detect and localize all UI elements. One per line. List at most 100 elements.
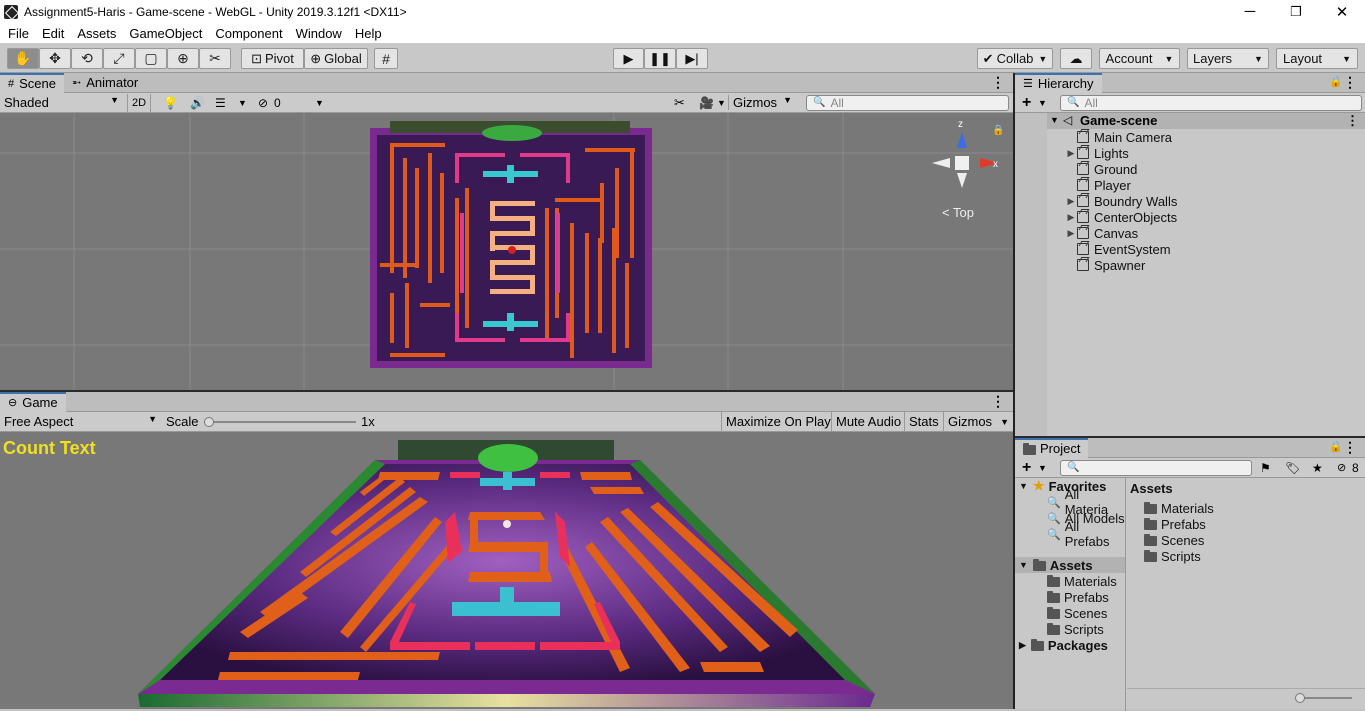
chevron-down-icon[interactable]: ▼: [1038, 98, 1047, 108]
global-toggle[interactable]: ⊕ Global: [304, 48, 368, 69]
hand-tool-button[interactable]: ✋: [7, 48, 39, 69]
chevron-down-icon[interactable]: ▼: [1038, 463, 1047, 473]
lock-icon[interactable]: 🔒: [1329, 75, 1343, 88]
favorite-all-prefabs[interactable]: 🔍 All Prefabs: [1047, 519, 1125, 549]
content-folder-materials[interactable]: Materials: [1144, 500, 1214, 516]
add-icon[interactable]: +: [1022, 94, 1031, 112]
rect-tool-button[interactable]: ▢: [135, 48, 167, 69]
hierarchy-item-boundry-walls[interactable]: ▶ Boundry Walls: [1065, 193, 1365, 209]
scale-slider-handle[interactable]: [204, 417, 214, 427]
shading-dropdown[interactable]: Shaded ▼: [4, 95, 119, 110]
menu-file[interactable]: File: [0, 26, 35, 41]
kebab-menu-icon[interactable]: ⋮: [991, 75, 1005, 89]
tree-folder-scenes[interactable]: Scenes: [1047, 605, 1107, 621]
hierarchy-scene-row[interactable]: ▼ ◁ Game-scene ⋮: [1047, 113, 1365, 129]
content-folder-prefabs[interactable]: Prefabs: [1144, 516, 1206, 532]
audio-toggle-icon[interactable]: 🔊: [190, 96, 205, 110]
hierarchy-item-centerobjects[interactable]: ▶ CenterObjects: [1065, 209, 1365, 225]
add-icon[interactable]: +: [1022, 459, 1031, 477]
search-by-label-icon[interactable]: 🏷: [1285, 461, 1300, 475]
expand-arrow-icon[interactable]: ▶: [1065, 196, 1077, 207]
tab-project[interactable]: Project: [1015, 437, 1089, 458]
game-gizmos-toggle[interactable]: Gizmos ▼: [943, 411, 1013, 432]
game-viewport[interactable]: [0, 432, 1013, 709]
restore-button[interactable]: ❐: [1273, 0, 1319, 23]
step-button[interactable]: ▶|: [676, 48, 708, 69]
hierarchy-item-ground[interactable]: Ground: [1065, 161, 1365, 177]
snap-button[interactable]: #: [374, 48, 398, 69]
kebab-menu-icon[interactable]: ⋮: [1346, 113, 1359, 129]
orientation-gizmo[interactable]: [932, 132, 999, 188]
horizontal-splitter[interactable]: [0, 390, 1013, 392]
account-dropdown[interactable]: Account ▼: [1099, 48, 1180, 69]
menu-edit[interactable]: Edit: [35, 26, 70, 41]
search-by-type-icon[interactable]: ⚑: [1260, 461, 1271, 475]
layout-dropdown[interactable]: Layout ▼: [1276, 48, 1358, 69]
menu-help[interactable]: Help: [348, 26, 388, 41]
kebab-menu-icon[interactable]: ⋮: [1343, 440, 1357, 454]
lock-icon[interactable]: 🔒: [1329, 440, 1343, 453]
minimize-button[interactable]: ─: [1227, 0, 1273, 23]
custom-tool-button[interactable]: ✂: [199, 48, 231, 69]
content-folder-scripts[interactable]: Scripts: [1144, 548, 1201, 564]
cloud-button[interactable]: ☁: [1060, 48, 1092, 69]
lock-icon[interactable]: 🔒: [992, 124, 1004, 136]
maximize-on-play-toggle[interactable]: Maximize On Play: [721, 411, 835, 432]
favorite-star-icon[interactable]: ★: [1312, 461, 1323, 475]
scene-search-input[interactable]: 🔍 All: [806, 94, 1009, 111]
hierarchy-item-canvas[interactable]: ▶ Canvas: [1065, 225, 1365, 241]
tab-animator[interactable]: ➵ Animator: [64, 73, 146, 93]
tools-icon[interactable]: ✂: [674, 95, 685, 111]
chevron-down-icon[interactable]: ▼: [238, 98, 247, 108]
pause-button[interactable]: ❚❚: [644, 48, 676, 69]
hidden-packages-icon[interactable]: ⊘: [1337, 461, 1346, 474]
lighting-toggle-icon[interactable]: 💡: [163, 96, 178, 110]
hierarchy-search-input[interactable]: 🔍 All: [1060, 94, 1362, 111]
icon-size-slider[interactable]: [1297, 697, 1352, 699]
tree-folder-scripts[interactable]: Scripts: [1047, 621, 1104, 637]
hierarchy-item-main-camera[interactable]: Main Camera: [1065, 129, 1365, 145]
menu-component[interactable]: Component: [208, 26, 288, 41]
layers-dropdown[interactable]: Layers ▼: [1187, 48, 1269, 69]
tree-folder-materials[interactable]: Materials: [1047, 573, 1117, 589]
chevron-down-icon[interactable]: ▼: [315, 98, 324, 108]
camera-icon[interactable]: 🎥: [699, 96, 714, 110]
menu-gameobject[interactable]: GameObject: [122, 26, 208, 41]
scene-viewport[interactable]: z x 🔒 < Top: [0, 113, 1013, 391]
expand-arrow-icon[interactable]: ▶: [1065, 212, 1077, 223]
expand-arrow-icon[interactable]: ▶: [1065, 148, 1077, 159]
tree-folder-prefabs[interactable]: Prefabs: [1047, 589, 1109, 605]
tab-game[interactable]: ⊖ Game: [0, 391, 66, 412]
close-button[interactable]: ✕: [1319, 0, 1365, 23]
kebab-menu-icon[interactable]: ⋮: [991, 394, 1005, 408]
tab-scene[interactable]: # Scene: [0, 72, 64, 93]
play-button[interactable]: ▶: [613, 48, 644, 69]
content-folder-scenes[interactable]: Scenes: [1144, 532, 1204, 548]
menu-window[interactable]: Window: [289, 26, 348, 41]
hierarchy-item-lights[interactable]: ▶ Lights: [1065, 145, 1365, 161]
scale-tool-button[interactable]: ⤢: [103, 48, 135, 69]
hidden-objects-icon[interactable]: ⊘: [258, 96, 268, 110]
assets-root-row[interactable]: ▼ Assets: [1015, 557, 1125, 573]
stats-toggle[interactable]: Stats: [904, 411, 943, 432]
rotate-tool-button[interactable]: ⟲: [71, 48, 103, 69]
transform-tool-button[interactable]: ⊕: [167, 48, 199, 69]
hierarchy-item-player[interactable]: Player: [1065, 177, 1365, 193]
collab-dropdown[interactable]: ✔ Collab ▼: [977, 48, 1053, 69]
favorite-all-materials[interactable]: 🔍 All Materia: [1047, 487, 1125, 517]
project-search-input[interactable]: 🔍: [1060, 459, 1252, 476]
gizmo-view-label[interactable]: < Top: [942, 205, 974, 220]
move-tool-button[interactable]: ✥: [39, 48, 71, 69]
scale-slider[interactable]: [206, 421, 356, 423]
hierarchy-item-spawner[interactable]: Spawner: [1065, 257, 1365, 273]
effects-toggle-icon[interactable]: ☰: [215, 96, 226, 110]
menu-assets[interactable]: Assets: [70, 26, 122, 41]
chevron-down-icon[interactable]: ▼: [717, 98, 726, 108]
gizmos-dropdown[interactable]: Gizmos ▼: [728, 95, 796, 110]
tab-hierarchy[interactable]: ☰ Hierarchy: [1015, 72, 1102, 93]
2d-toggle[interactable]: 2D: [127, 93, 151, 112]
pivot-toggle[interactable]: ⊡ Pivot: [241, 48, 304, 69]
aspect-dropdown[interactable]: Free Aspect ▼: [4, 414, 157, 429]
icon-size-slider-handle[interactable]: [1295, 693, 1305, 703]
hierarchy-item-eventsystem[interactable]: EventSystem: [1065, 241, 1365, 257]
